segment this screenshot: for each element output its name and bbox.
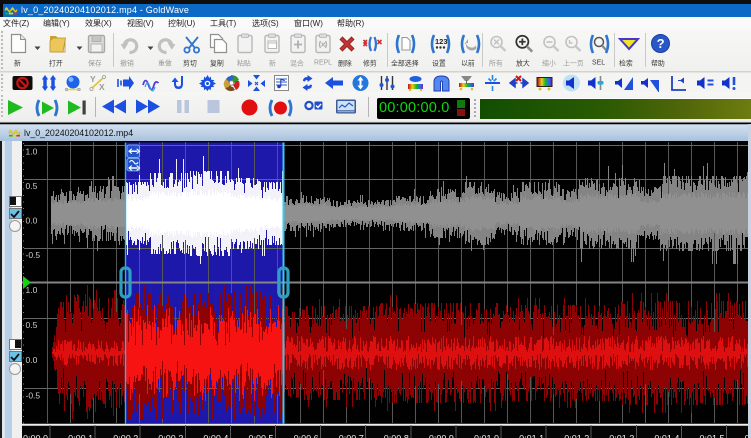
svg-text:0:01.2: 0:01.2 <box>564 434 589 438</box>
svg-text:0:00.3: 0:00.3 <box>158 434 183 438</box>
svg-text:123: 123 <box>435 37 448 46</box>
svg-text:?: ? <box>657 36 665 51</box>
svg-text:-0.5: -0.5 <box>26 250 41 260</box>
svg-text:0:00.4: 0:00.4 <box>203 434 228 438</box>
svg-text:1.0: 1.0 <box>26 285 38 295</box>
svg-text:0:00.6: 0:00.6 <box>294 434 319 438</box>
svg-text:0:00.2: 0:00.2 <box>113 434 138 438</box>
svg-text:0:00.7: 0:00.7 <box>339 434 364 438</box>
svg-text:0.5: 0.5 <box>26 181 38 191</box>
svg-text:0:00.5: 0:00.5 <box>249 434 274 438</box>
svg-text:1.0: 1.0 <box>26 147 38 157</box>
svg-text:0:01.5: 0:01.5 <box>700 434 725 438</box>
svg-text:0:00.1: 0:00.1 <box>68 434 93 438</box>
svg-text:0:01.1: 0:01.1 <box>519 434 544 438</box>
svg-text:0:01.3: 0:01.3 <box>609 434 634 438</box>
svg-text:0:01.6: 0:01.6 <box>745 434 748 438</box>
svg-text:-0.5: -0.5 <box>26 390 41 400</box>
svg-text:0:00.9: 0:00.9 <box>429 434 454 438</box>
svg-text:0:00.0: 0:00.0 <box>23 434 48 438</box>
svg-text:0.0: 0.0 <box>26 355 38 365</box>
svg-text:0.5: 0.5 <box>26 320 38 330</box>
svg-text:0:00.8: 0:00.8 <box>384 434 409 438</box>
svg-text:X: X <box>99 82 105 92</box>
svg-text:0.0: 0.0 <box>26 216 38 226</box>
svg-text:Y: Y <box>90 74 96 84</box>
svg-text:0:01.4: 0:01.4 <box>654 434 679 438</box>
svg-text:0:01.0: 0:01.0 <box>474 434 499 438</box>
